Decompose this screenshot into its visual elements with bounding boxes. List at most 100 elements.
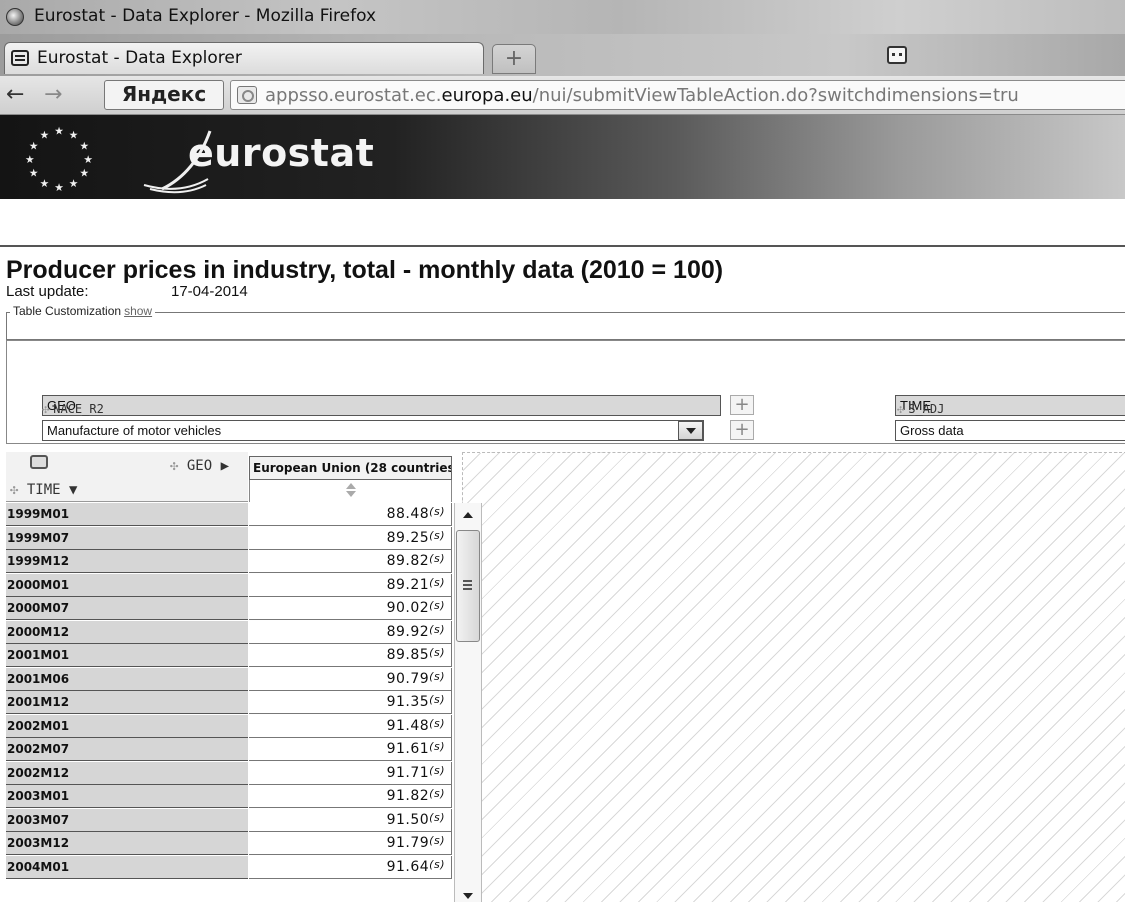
- table-row: 2001M01 89.85(s): [6, 644, 454, 668]
- value-flag: (s): [429, 622, 445, 636]
- url-bar[interactable]: appsso.eurostat.ec.europa.eu/nui/submitV…: [230, 80, 1125, 110]
- row-value-cell[interactable]: 88.48(s): [249, 503, 452, 526]
- table-row: 2000M01 89.21(s): [6, 573, 454, 598]
- row-value-cell[interactable]: 91.61(s): [249, 738, 452, 761]
- move-handle-icon[interactable]: ✣: [42, 402, 49, 416]
- row-value: 91.48: [386, 717, 430, 734]
- nace-add-button[interactable]: +: [730, 420, 754, 440]
- row-time-label[interactable]: 2000M01: [6, 573, 248, 597]
- time-axis-header[interactable]: ✣ TIME ▼: [10, 482, 77, 498]
- row-value: 91.79: [386, 835, 430, 851]
- svg-text:★: ★: [25, 153, 35, 166]
- tab-eurostat[interactable]: Eurostat - Data Explorer: [4, 42, 484, 74]
- sort-toggle-icon[interactable]: [249, 480, 452, 502]
- value-flag: (s): [429, 740, 445, 753]
- row-value-cell[interactable]: 89.85(s): [249, 644, 452, 667]
- row-value-cell[interactable]: 91.35(s): [249, 691, 452, 714]
- row-value: 91.61: [386, 741, 430, 757]
- move-handle-icon[interactable]: ✣: [170, 458, 178, 474]
- table-row: 1999M07 89.25(s): [6, 526, 454, 551]
- row-time-label[interactable]: 2000M07: [6, 597, 248, 620]
- row-value-cell[interactable]: 89.25(s): [249, 526, 452, 550]
- row-value-cell[interactable]: 89.21(s): [249, 573, 452, 597]
- row-value-cell[interactable]: 91.71(s): [249, 761, 452, 785]
- back-arrow-icon[interactable]: ←: [6, 82, 24, 107]
- sadj-dimension-label[interactable]: ✣ S_ADJ: [897, 402, 944, 416]
- yandex-button[interactable]: Яндекс: [104, 80, 224, 110]
- value-flag: (s): [429, 528, 445, 542]
- firefox-icon: [6, 8, 24, 26]
- row-time-label[interactable]: 2000M12: [6, 620, 248, 644]
- new-tab-button[interactable]: +: [492, 44, 536, 74]
- row-value-cell[interactable]: 90.02(s): [249, 597, 452, 620]
- last-update-label: Last update:: [6, 283, 89, 300]
- last-update-value: 17-04-2014: [171, 283, 248, 300]
- forward-arrow-icon[interactable]: →: [44, 82, 62, 107]
- table-customization-legend: Table Customization show: [10, 304, 156, 318]
- row-value: 89.82: [386, 553, 430, 569]
- table-row: 2003M07 91.50(s): [6, 808, 454, 833]
- row-value-cell[interactable]: 91.50(s): [249, 808, 452, 832]
- row-value-cell[interactable]: 89.82(s): [249, 550, 452, 573]
- row-time-label[interactable]: 1999M01: [6, 503, 248, 526]
- svg-text:★: ★: [69, 129, 79, 142]
- row-time-label[interactable]: 2001M12: [6, 691, 248, 714]
- row-time-label[interactable]: 1999M07: [6, 526, 248, 550]
- svg-text:★: ★: [54, 125, 64, 138]
- value-flag: (s): [429, 857, 445, 871]
- row-value-cell[interactable]: 90.79(s): [249, 667, 452, 691]
- sort-down-icon[interactable]: ▼: [69, 482, 77, 498]
- scrollbar-thumb[interactable]: [456, 530, 480, 642]
- row-time-label[interactable]: 2002M01: [6, 714, 248, 738]
- row-value-cell[interactable]: 91.48(s): [249, 714, 452, 738]
- row-time-label[interactable]: 1999M12: [6, 550, 248, 573]
- nace-dimension-label[interactable]: ✣ NACE_R2: [42, 402, 104, 416]
- sadj-select[interactable]: Gross data: [895, 420, 1125, 441]
- table-corner-icon[interactable]: [30, 455, 48, 469]
- scroll-down-icon[interactable]: [463, 893, 473, 899]
- value-flag: (s): [429, 787, 445, 800]
- svg-text:★: ★: [54, 181, 64, 193]
- row-value-cell[interactable]: 91.79(s): [249, 832, 452, 855]
- show-customization-link[interactable]: show: [124, 304, 152, 318]
- value-flag: (s): [429, 552, 445, 565]
- navigation-bar: ← → Яндекс appsso.eurostat.ec.europa.eu/…: [0, 76, 1125, 115]
- expand-right-icon[interactable]: ▶: [221, 458, 229, 474]
- site-identity-icon[interactable]: [237, 86, 257, 104]
- row-time-label[interactable]: 2003M01: [6, 785, 248, 808]
- svg-text:★: ★: [69, 177, 79, 190]
- row-time-label[interactable]: 2001M01: [6, 644, 248, 667]
- svg-text:★: ★: [40, 177, 50, 190]
- row-time-label[interactable]: 2002M12: [6, 761, 248, 785]
- geo-add-button[interactable]: +: [730, 395, 754, 415]
- row-value-cell[interactable]: 91.64(s): [249, 855, 452, 879]
- addon-icon[interactable]: [887, 46, 907, 64]
- row-time-label[interactable]: 2004M01: [6, 855, 248, 879]
- geo-dimension-field[interactable]: GEO: [42, 395, 721, 416]
- table-row: 1999M01 88.48(s): [6, 503, 454, 527]
- geo-axis-header[interactable]: ✣ GEO ▶: [170, 458, 229, 474]
- eurostat-logo[interactable]: eurostat: [188, 131, 374, 175]
- move-handle-icon[interactable]: ✣: [10, 482, 18, 498]
- move-handle-icon[interactable]: ✣: [897, 402, 904, 416]
- row-time-label[interactable]: 2003M12: [6, 832, 248, 855]
- row-time-label[interactable]: 2001M06: [6, 667, 248, 691]
- table-customization-label: Table Customization: [13, 304, 122, 318]
- column-header-eu28[interactable]: European Union (28 countries): [249, 456, 452, 480]
- value-flag: (s): [429, 763, 445, 777]
- row-value: 91.35: [386, 694, 430, 710]
- row-value-cell[interactable]: 91.82(s): [249, 785, 452, 808]
- row-value-cell[interactable]: 89.92(s): [249, 620, 452, 644]
- table-row: 2000M12 89.92(s): [6, 620, 454, 645]
- svg-text:★: ★: [83, 153, 93, 166]
- row-time-label[interactable]: 2002M07: [6, 738, 248, 761]
- nace-dropdown-chevron-icon[interactable]: [678, 421, 703, 440]
- url-text[interactable]: appsso.eurostat.ec.europa.eu/nui/submitV…: [265, 85, 1019, 106]
- table-customization-box: [6, 312, 1125, 340]
- value-flag: (s): [429, 669, 445, 683]
- row-value: 91.71: [386, 764, 430, 781]
- row-time-label[interactable]: 2003M07: [6, 808, 248, 832]
- nace-select[interactable]: Manufacture of motor vehicles: [42, 420, 704, 441]
- scroll-up-icon[interactable]: [463, 512, 473, 518]
- value-flag: (s): [429, 834, 445, 847]
